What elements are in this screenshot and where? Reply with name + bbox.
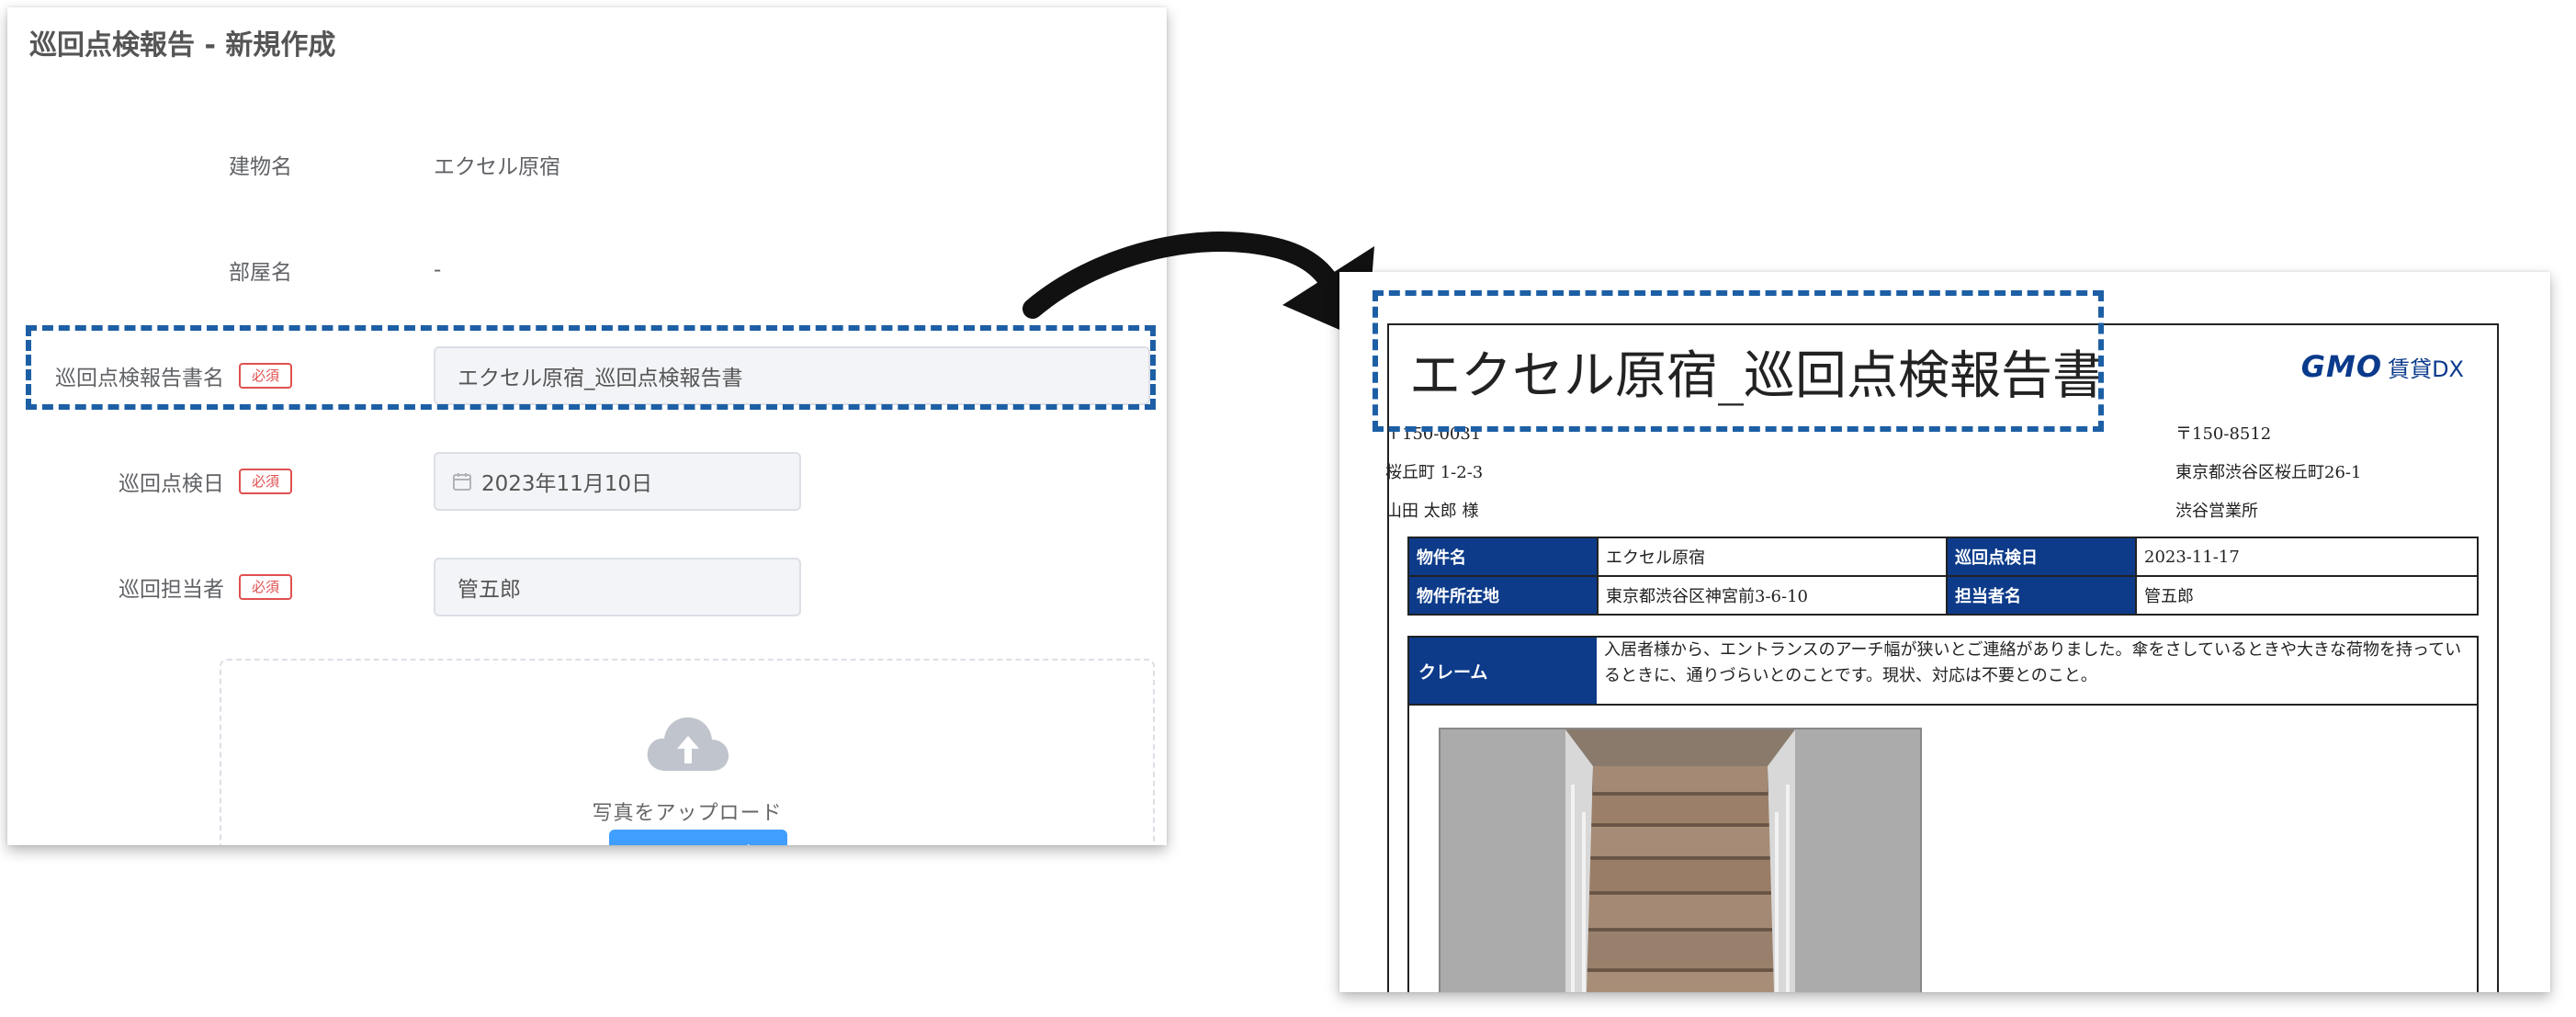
staff-input[interactable]: 管五郎 <box>434 558 801 616</box>
photo-upload-dropzone[interactable]: 写真をアップロード ファイルを選択 <box>220 659 1155 845</box>
generated-report-preview: エクセル原宿_巡回点検報告書 GMO 賃貸DX 〒150-0031 桜丘町 1-… <box>1339 272 2550 992</box>
report-title: エクセル原宿_巡回点検報告書 <box>1409 346 2104 406</box>
recipient-name: 山田 太郎 様 <box>1385 502 1479 521</box>
inspection-date-value: 2023年11月10日 <box>481 472 653 496</box>
property-name-header: 物件名 <box>1407 537 1599 577</box>
select-file-button[interactable]: ファイルを選択 <box>609 830 787 845</box>
recipient-street: 桜丘町 1-2-3 <box>1385 463 1484 482</box>
claim-section: クレーム 入居者様から、エントランスのアーチ幅が狭いとご連絡がありました。傘をさ… <box>1407 636 2479 992</box>
staircase-photo <box>1565 729 1795 992</box>
required-badge: 必須 <box>238 469 292 494</box>
inspection-date-label: 巡回点検日 <box>118 472 224 496</box>
room-value: - <box>434 258 442 282</box>
recipient-address: 〒150-0031 桜丘町 1-2-3 山田 太郎 様 <box>1385 415 1483 531</box>
room-label-group: 部屋名 <box>229 254 292 286</box>
sender-street: 東京都渋谷区桜丘町26-1 <box>2175 463 2362 482</box>
building-label: 建物名 <box>229 155 292 179</box>
building-row: 建物名 エクセル原宿 <box>7 132 1167 197</box>
curved-arrow-icon <box>1022 232 1374 342</box>
inspection-date-header: 巡回点検日 <box>1946 537 2137 577</box>
room-row: 部屋名 - <box>7 238 1167 302</box>
property-info-table: 物件名 エクセル原宿 巡回点検日 2023-11-17 物件所在地 東京都渋谷区… <box>1407 537 2479 616</box>
report-page: エクセル原宿_巡回点検報告書 GMO 賃貸DX 〒150-0031 桜丘町 1-… <box>1385 323 2499 992</box>
page-title: 巡回点検報告 - 新規作成 <box>29 29 336 62</box>
sender-postal: 〒150-8512 <box>2175 424 2272 444</box>
logo-brand: GMO <box>2300 349 2383 384</box>
claim-divider <box>1409 704 2477 706</box>
inspection-photo <box>1439 728 1922 992</box>
claim-text: 入居者様から、エントランスのアーチ幅が狭いとご連絡がありました。傘をさしていると… <box>1604 640 2462 685</box>
report-form-panel: 巡回点検報告 - 新規作成 建物名 エクセル原宿 部屋名 - 巡回点検報告書名 … <box>7 7 1167 845</box>
table-row: 物件所在地 東京都渋谷区神宮前3-6-10 担当者名 管五郎 <box>1407 575 2479 616</box>
gmo-logo: GMO 賃貸DX <box>2301 349 2464 384</box>
required-badge: 必須 <box>238 574 292 600</box>
cloud-upload-icon <box>647 717 729 771</box>
recipient-postal: 〒150-0031 <box>1385 424 1482 444</box>
inspection-date-cell: 2023-11-17 <box>2135 537 2479 577</box>
upload-instruction: 写真をアップロード <box>592 802 783 825</box>
staff-label: 巡回担当者 <box>118 578 224 602</box>
room-label: 部屋名 <box>229 261 292 285</box>
building-label-group: 建物名 <box>229 149 292 180</box>
property-name-value: エクセル原宿 <box>1597 537 1948 577</box>
claim-header: クレーム <box>1409 638 1597 704</box>
calendar-icon <box>453 473 471 491</box>
inspection-date-row: 巡回点検日 必須 2023年11月10日 <box>7 449 1167 514</box>
table-row: 物件名 エクセル原宿 巡回点検日 2023-11-17 <box>1407 537 2479 577</box>
report-name-label: 巡回点検報告書名 <box>54 367 224 390</box>
property-location-header: 物件所在地 <box>1407 575 1599 616</box>
inspection-date-label-group: 巡回点検日 必須 <box>119 466 292 497</box>
property-location-value: 東京都渋谷区神宮前3-6-10 <box>1597 575 1948 616</box>
report-name-input-value: エクセル原宿_巡回点検報告書 <box>458 367 743 390</box>
staff-row: 巡回担当者 必須 管五郎 <box>7 555 1167 619</box>
logo-service: 賃貸DX <box>2388 356 2464 382</box>
staff-name-header: 担当者名 <box>1946 575 2137 616</box>
inspection-date-picker[interactable]: 2023年11月10日 <box>434 452 801 511</box>
sender-address: 〒150-8512 東京都渋谷区桜丘町26-1 渋谷営業所 <box>2175 415 2361 531</box>
building-value: エクセル原宿 <box>434 155 560 179</box>
sender-office: 渋谷営業所 <box>2175 502 2258 521</box>
report-name-label-group: 巡回点検報告書名 必須 <box>55 360 292 391</box>
staff-input-value: 管五郎 <box>458 578 521 602</box>
staff-label-group: 巡回担当者 必須 <box>119 571 292 603</box>
staff-name-cell: 管五郎 <box>2135 575 2479 616</box>
report-name-row: 巡回点検報告書名 必須 エクセル原宿_巡回点検報告書 <box>7 344 1167 408</box>
required-badge: 必須 <box>238 363 292 389</box>
